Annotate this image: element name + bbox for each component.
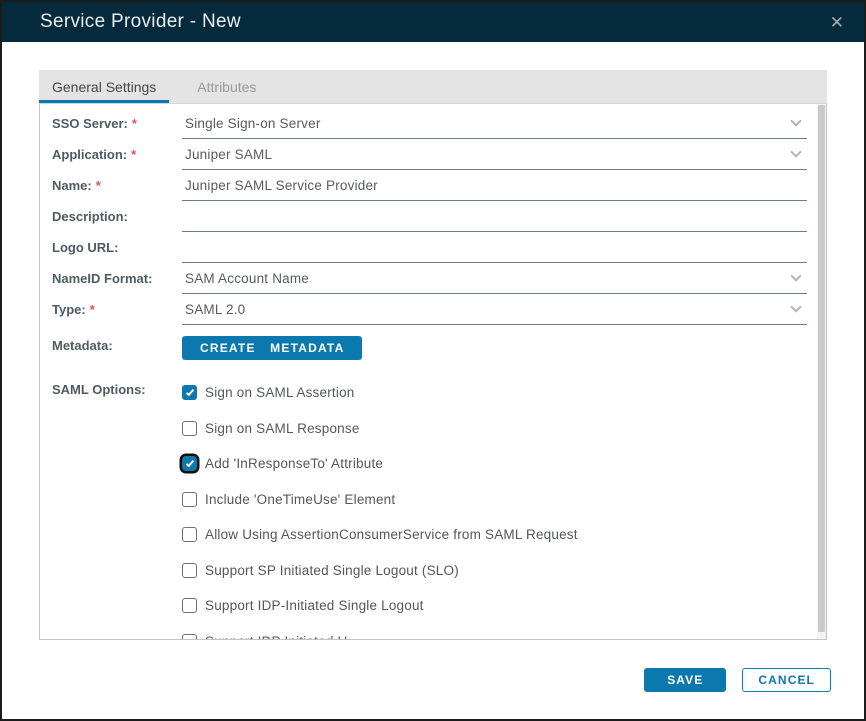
saml-option-row: Add 'InResponseTo' Attribute <box>182 446 826 482</box>
dialog-titlebar: Service Provider - New ✕ <box>2 2 864 42</box>
checkbox-label: Support IDP Initiated U <box>205 634 347 639</box>
form-field-row: Description: <box>40 201 826 232</box>
vertical-scrollbar[interactable] <box>817 104 826 639</box>
saml-options-row: SAML Options: Sign on SAML Assertion Sig… <box>40 365 826 639</box>
checkbox-label: Sign on SAML Assertion <box>205 385 355 401</box>
field-value: SAML 2.0 <box>185 301 246 317</box>
field-value: Single Sign-on Server <box>185 115 321 131</box>
field-input[interactable]: SAM Account Name <box>182 263 807 294</box>
field-label-cell: SSO Server: * <box>40 108 182 139</box>
checkbox-label: Include 'OneTimeUse' Element <box>205 491 396 507</box>
field-value: Juniper SAML Service Provider <box>185 177 378 193</box>
field-label: Application: <box>52 147 128 162</box>
form-field-row: SSO Server: * Single Sign-on Server <box>40 108 826 139</box>
saml-option-row: Sign on SAML Assertion <box>182 375 826 411</box>
scrollbar-thumb[interactable] <box>818 105 825 632</box>
field-label: Description: <box>52 209 128 224</box>
saml-option-row: Sign on SAML Response <box>182 411 826 447</box>
form-field-row: NameID Format: SAM Account Name <box>40 263 826 294</box>
checkbox[interactable] <box>182 527 197 543</box>
field-label-cell: Description: <box>40 201 182 232</box>
chevron-down-icon <box>790 301 802 313</box>
form-field-row: Logo URL: <box>40 232 826 263</box>
chevron-down-icon <box>790 270 802 282</box>
tab-general-settings[interactable]: General Settings <box>39 70 170 103</box>
field-input[interactable] <box>182 201 807 232</box>
checkbox[interactable] <box>182 456 197 472</box>
metadata-row: Metadata: CREATE METADATA <box>40 325 826 365</box>
service-provider-dialog: Service Provider - New ✕ General Setting… <box>0 0 866 721</box>
field-value: Juniper SAML <box>185 146 273 162</box>
field-label-cell: Name: * <box>40 170 182 201</box>
close-icon[interactable]: ✕ <box>826 12 848 33</box>
field-label: Logo URL: <box>52 240 119 255</box>
form-field-row: Application: * Juniper SAML <box>40 139 826 170</box>
checkbox-label: Support IDP-Initiated Single Logout <box>205 598 424 614</box>
field-label-cell: Application: * <box>40 139 182 170</box>
required-asterisk: * <box>95 178 101 193</box>
required-asterisk: * <box>131 147 137 162</box>
chevron-down-icon <box>790 146 802 158</box>
checkbox[interactable] <box>182 491 197 507</box>
dialog-title: Service Provider - New <box>40 11 241 32</box>
saml-option-row: Support SP Initiated Single Logout (SLO) <box>182 553 826 589</box>
cancel-button[interactable]: CANCEL <box>742 668 831 692</box>
form-field-row: Name: * Juniper SAML Service Provider <box>40 170 826 201</box>
saml-option-row: Support IDP Initiated U <box>182 624 826 639</box>
field-label: SSO Server: <box>52 116 128 131</box>
saml-option-row: Include 'OneTimeUse' Element <box>182 482 826 518</box>
checkbox-label: Sign on SAML Response <box>205 420 360 436</box>
checkbox-label: Allow Using AssertionConsumerService fro… <box>205 527 578 543</box>
field-label-cell: Logo URL: <box>40 232 182 263</box>
checkbox[interactable] <box>182 598 197 614</box>
tab-strip: General Settings Attributes <box>39 70 827 103</box>
form-scroll-panel: SSO Server: * Single Sign-on Server Appl… <box>39 103 827 640</box>
saml-option-row: Allow Using AssertionConsumerService fro… <box>182 517 826 553</box>
field-input[interactable]: Juniper SAML Service Provider <box>182 170 807 201</box>
field-input[interactable]: Juniper SAML <box>182 139 807 170</box>
saml-options-label: SAML Options: <box>52 382 146 397</box>
save-button[interactable]: SAVE <box>644 668 727 692</box>
required-asterisk: * <box>131 116 137 131</box>
check-icon <box>185 387 194 397</box>
field-label-cell: NameID Format: <box>40 263 182 294</box>
field-input[interactable]: SAML 2.0 <box>182 294 807 325</box>
create-metadata-button[interactable]: CREATE METADATA <box>182 336 363 360</box>
checkbox[interactable] <box>182 562 197 578</box>
form-field-row: Type: * SAML 2.0 <box>40 294 826 325</box>
field-label-cell: Type: * <box>40 294 182 325</box>
checkbox-label: Add 'InResponseTo' Attribute <box>205 456 384 472</box>
field-input[interactable] <box>182 232 807 263</box>
required-asterisk: * <box>89 302 95 317</box>
general-settings-form: SSO Server: * Single Sign-on Server Appl… <box>40 104 826 639</box>
checkbox[interactable] <box>182 420 197 436</box>
chevron-down-icon <box>790 115 802 127</box>
saml-options-list: Sign on SAML Assertion Sign on SAML Resp… <box>182 375 826 639</box>
checkbox[interactable] <box>182 633 197 639</box>
field-rows: SSO Server: * Single Sign-on Server Appl… <box>40 108 826 325</box>
tab-attributes[interactable]: Attributes <box>184 70 269 103</box>
field-input[interactable]: Single Sign-on Server <box>182 108 807 139</box>
metadata-label: Metadata: <box>52 337 113 353</box>
field-value: SAM Account Name <box>185 270 310 286</box>
field-label: Type: <box>52 302 86 317</box>
dialog-footer: SAVE CANCEL <box>644 668 831 692</box>
saml-option-row: Support IDP-Initiated Single Logout <box>182 588 826 624</box>
checkbox[interactable] <box>182 385 197 401</box>
field-label: Name: <box>52 178 92 193</box>
checkbox-label: Support SP Initiated Single Logout (SLO) <box>205 562 459 578</box>
check-icon <box>185 458 194 468</box>
field-label: NameID Format: <box>52 271 153 286</box>
